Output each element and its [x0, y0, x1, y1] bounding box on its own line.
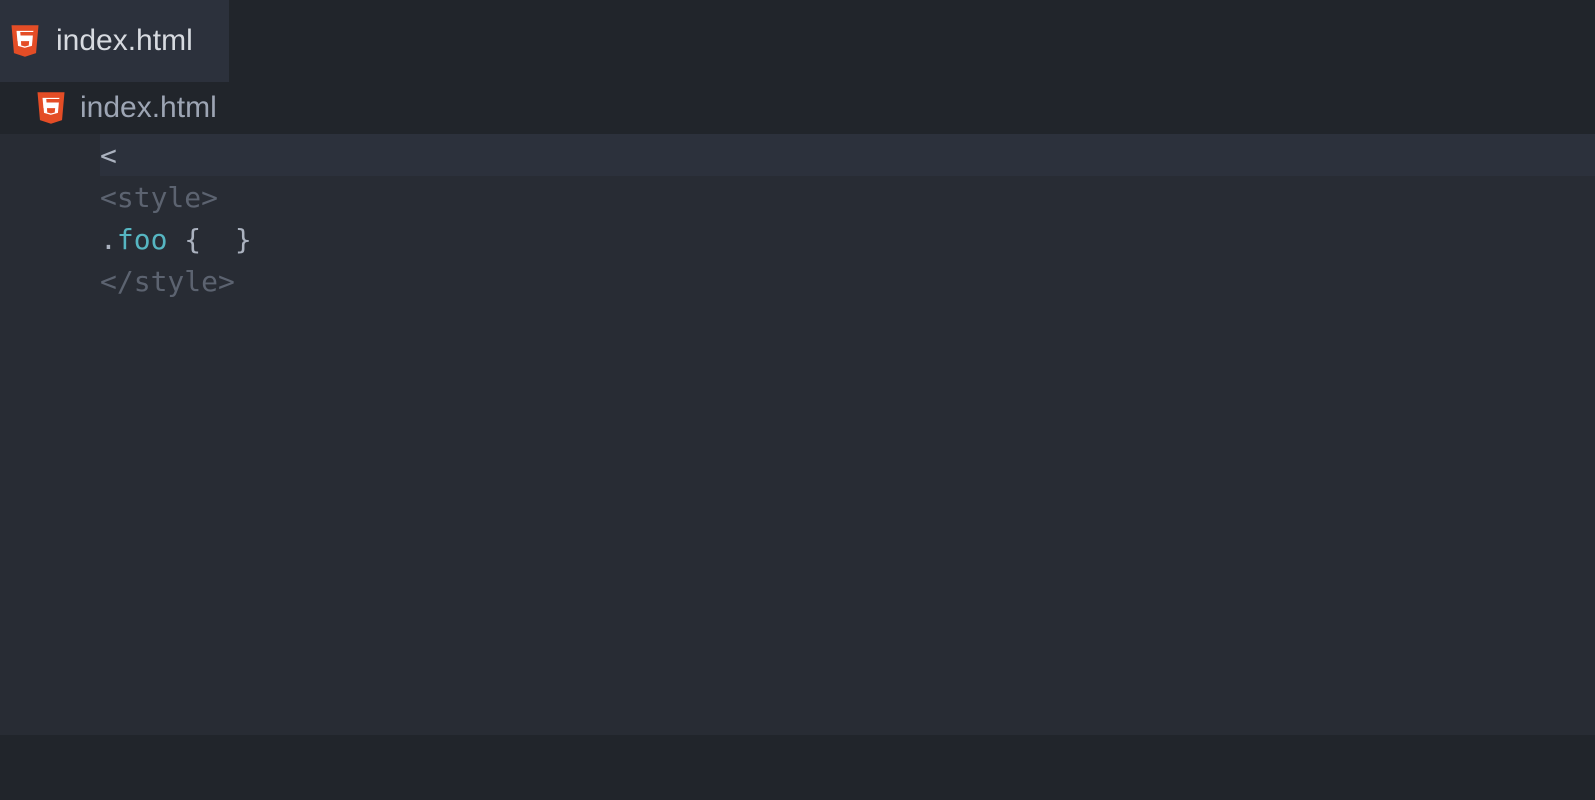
token: . — [100, 223, 117, 256]
tab-bar: index.html — [0, 0, 1595, 82]
html5-icon — [10, 23, 40, 59]
tab-label: index.html — [56, 24, 193, 58]
token: style — [117, 181, 201, 214]
token: foo — [117, 223, 168, 256]
breadcrumb-bar: index.html — [0, 82, 1595, 134]
token: > — [201, 181, 218, 214]
token: </ — [100, 265, 134, 298]
code-line-1[interactable]: < — [100, 134, 1595, 176]
tab-index-html[interactable]: index.html — [0, 0, 229, 82]
token: } — [235, 223, 252, 256]
token: < — [100, 181, 117, 214]
code-line-2[interactable]: <style> — [100, 176, 1595, 218]
token — [201, 223, 235, 256]
html5-icon — [36, 90, 66, 126]
editor-area[interactable]: < <style> .foo { } </style> — [0, 134, 1595, 735]
token: style — [134, 265, 218, 298]
code-content: < <style> .foo { } </style> — [0, 134, 1595, 302]
status-bar — [0, 735, 1595, 800]
code-line-3[interactable]: .foo { } — [100, 218, 1595, 260]
token: { — [184, 223, 201, 256]
token — [167, 223, 184, 256]
token: < — [100, 139, 117, 172]
gutter — [0, 134, 100, 735]
breadcrumb-label[interactable]: index.html — [80, 91, 217, 125]
token: > — [218, 265, 235, 298]
code-line-4[interactable]: </style> — [100, 260, 1595, 302]
